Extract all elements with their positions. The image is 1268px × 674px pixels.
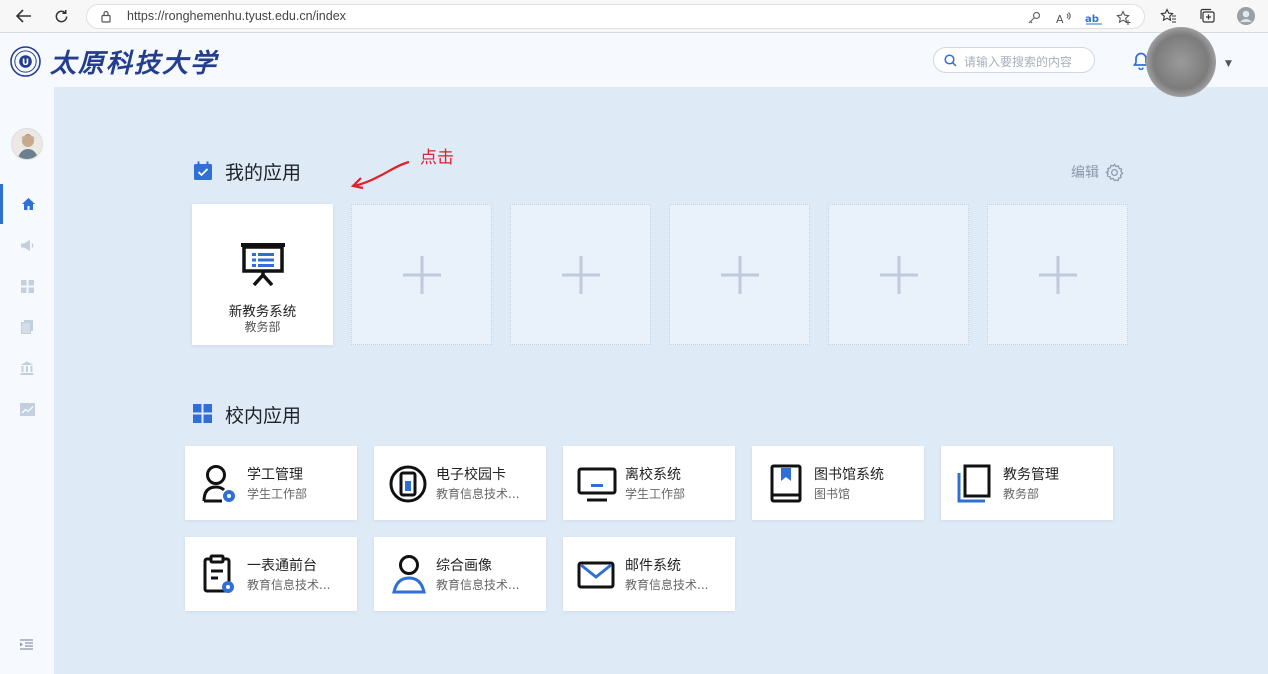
user-menu-caret-icon[interactable]: ▼ [1225, 59, 1232, 69]
edit-label: 编辑 [1071, 165, 1099, 181]
my-app-name: 新教务系统 [228, 304, 297, 320]
key-icon[interactable] [1025, 9, 1043, 27]
presentation-board-icon [241, 243, 285, 286]
add-app-slot[interactable] [987, 204, 1128, 345]
monitor-icon [577, 467, 617, 502]
search-box[interactable]: 请输入要搜索的内容 [933, 47, 1095, 73]
search-icon [944, 54, 957, 67]
user-avatar-blurred[interactable] [1146, 27, 1216, 97]
address-bar[interactable]: https://ronghemenhu.tyust.edu.cn/index A… [86, 4, 1145, 29]
documents-icon [20, 320, 33, 334]
sidebar-item-home[interactable] [0, 184, 54, 224]
gear-icon [1105, 162, 1124, 181]
my-app-tile-new-academic-system[interactable]: 新教务系统 教务部 [192, 204, 333, 345]
campus-app-title: 教务管理 [1003, 467, 1059, 483]
my-app-dept: 教务部 [244, 320, 281, 334]
click-annotation: 点击 [420, 148, 454, 168]
add-app-slot[interactable] [510, 204, 651, 345]
favorites-icon[interactable] [1157, 5, 1179, 27]
campus-card-icon [389, 465, 427, 503]
add-app-slot[interactable] [828, 204, 969, 345]
edit-apps-button[interactable]: 编辑 [1071, 162, 1124, 182]
grid-icon [20, 279, 34, 293]
campus-app-card[interactable]: 学工管理 学生工作部 [185, 446, 357, 520]
plus-icon [720, 255, 759, 294]
campus-app-card[interactable]: 教务管理 教务部 [941, 446, 1113, 520]
translate-icon[interactable]: ab [1085, 9, 1103, 27]
my-apps-title: 我的应用 [225, 162, 302, 184]
campus-app-dept: 图书馆 [814, 487, 851, 501]
campus-app-card[interactable]: 综合画像 教育信息技术... [374, 537, 546, 611]
profile-icon[interactable] [1235, 5, 1257, 27]
campus-app-card[interactable]: 邮件系统 教育信息技术... [563, 537, 735, 611]
campus-app-dept: 学生工作部 [625, 487, 686, 501]
sidebar-item-announcements[interactable] [0, 225, 54, 265]
plus-icon [402, 255, 441, 294]
campus-app-title: 综合画像 [436, 558, 492, 574]
university-name-logo: 太原科技大学 [50, 49, 219, 79]
line-chart-icon [19, 402, 35, 416]
svg-text:U: U [22, 58, 29, 68]
grid-apps-icon [193, 404, 212, 423]
search-placeholder: 请输入要搜索的内容 [964, 55, 1073, 69]
campus-app-title: 学工管理 [247, 467, 303, 483]
sidebar-item-institution[interactable] [0, 348, 54, 388]
campus-app-title: 电子校园卡 [436, 467, 506, 483]
campus-app-title: 图书馆系统 [814, 467, 884, 483]
user-profile-icon [392, 555, 426, 594]
sidebar-avatar[interactable] [11, 128, 43, 160]
url-text: https://ronghemenhu.tyust.edu.cn/index [127, 9, 346, 23]
campus-app-card[interactable]: 离校系统 学生工作部 [563, 446, 735, 520]
collections-icon[interactable] [1196, 5, 1218, 27]
campus-app-dept: 教育信息技术... [247, 578, 331, 592]
bank-building-icon [20, 361, 34, 375]
sidebar-item-apps[interactable] [0, 266, 54, 306]
sidebar-item-statistics[interactable] [0, 389, 54, 429]
svg-text:A: A [1056, 13, 1064, 25]
home-icon [22, 198, 35, 210]
browser-toolbar: https://ronghemenhu.tyust.edu.cn/index A… [0, 0, 1268, 33]
sidebar-item-documents[interactable] [0, 307, 54, 347]
campus-app-title: 一表通前台 [247, 558, 317, 574]
campus-app-card[interactable]: 图书馆系统 图书馆 [752, 446, 924, 520]
campus-app-card[interactable]: 一表通前台 教育信息技术... [185, 537, 357, 611]
campus-apps-title: 校内应用 [225, 405, 302, 427]
annotation-arrow [350, 160, 410, 190]
add-app-slot[interactable] [351, 204, 492, 345]
mail-icon [577, 561, 615, 589]
read-aloud-icon[interactable]: A [1055, 9, 1073, 27]
campus-app-card[interactable]: 电子校园卡 教育信息技术... [374, 446, 546, 520]
clipboard-icon [203, 554, 234, 593]
lock-icon [101, 10, 111, 23]
campus-app-dept: 教务部 [1003, 487, 1040, 501]
plus-icon [561, 255, 600, 294]
plus-icon [879, 255, 918, 294]
back-icon[interactable] [12, 5, 36, 27]
plus-icon [1038, 255, 1077, 294]
refresh-icon[interactable] [49, 5, 73, 27]
sidebar [0, 87, 54, 674]
campus-app-dept: 教育信息技术... [625, 578, 709, 592]
app-header: U 太原科技大学 请输入要搜索的内容 ▼ [0, 33, 1268, 87]
calendar-check-icon [194, 161, 212, 180]
book-icon [770, 464, 802, 503]
campus-app-dept: 教育信息技术... [436, 578, 520, 592]
campus-app-dept: 教育信息技术... [436, 487, 520, 501]
favorite-add-icon[interactable] [1115, 9, 1133, 27]
campus-app-dept: 学生工作部 [247, 487, 308, 501]
svg-text:ab: ab [1085, 14, 1099, 25]
megaphone-icon [20, 239, 33, 251]
campus-app-title: 邮件系统 [625, 558, 681, 574]
add-app-slot[interactable] [669, 204, 810, 345]
student-affairs-icon [202, 465, 235, 503]
notebook-icon [957, 464, 991, 503]
university-seal-icon: U [10, 46, 41, 77]
campus-app-title: 离校系统 [625, 467, 681, 483]
collapse-menu-icon[interactable] [20, 639, 33, 650]
